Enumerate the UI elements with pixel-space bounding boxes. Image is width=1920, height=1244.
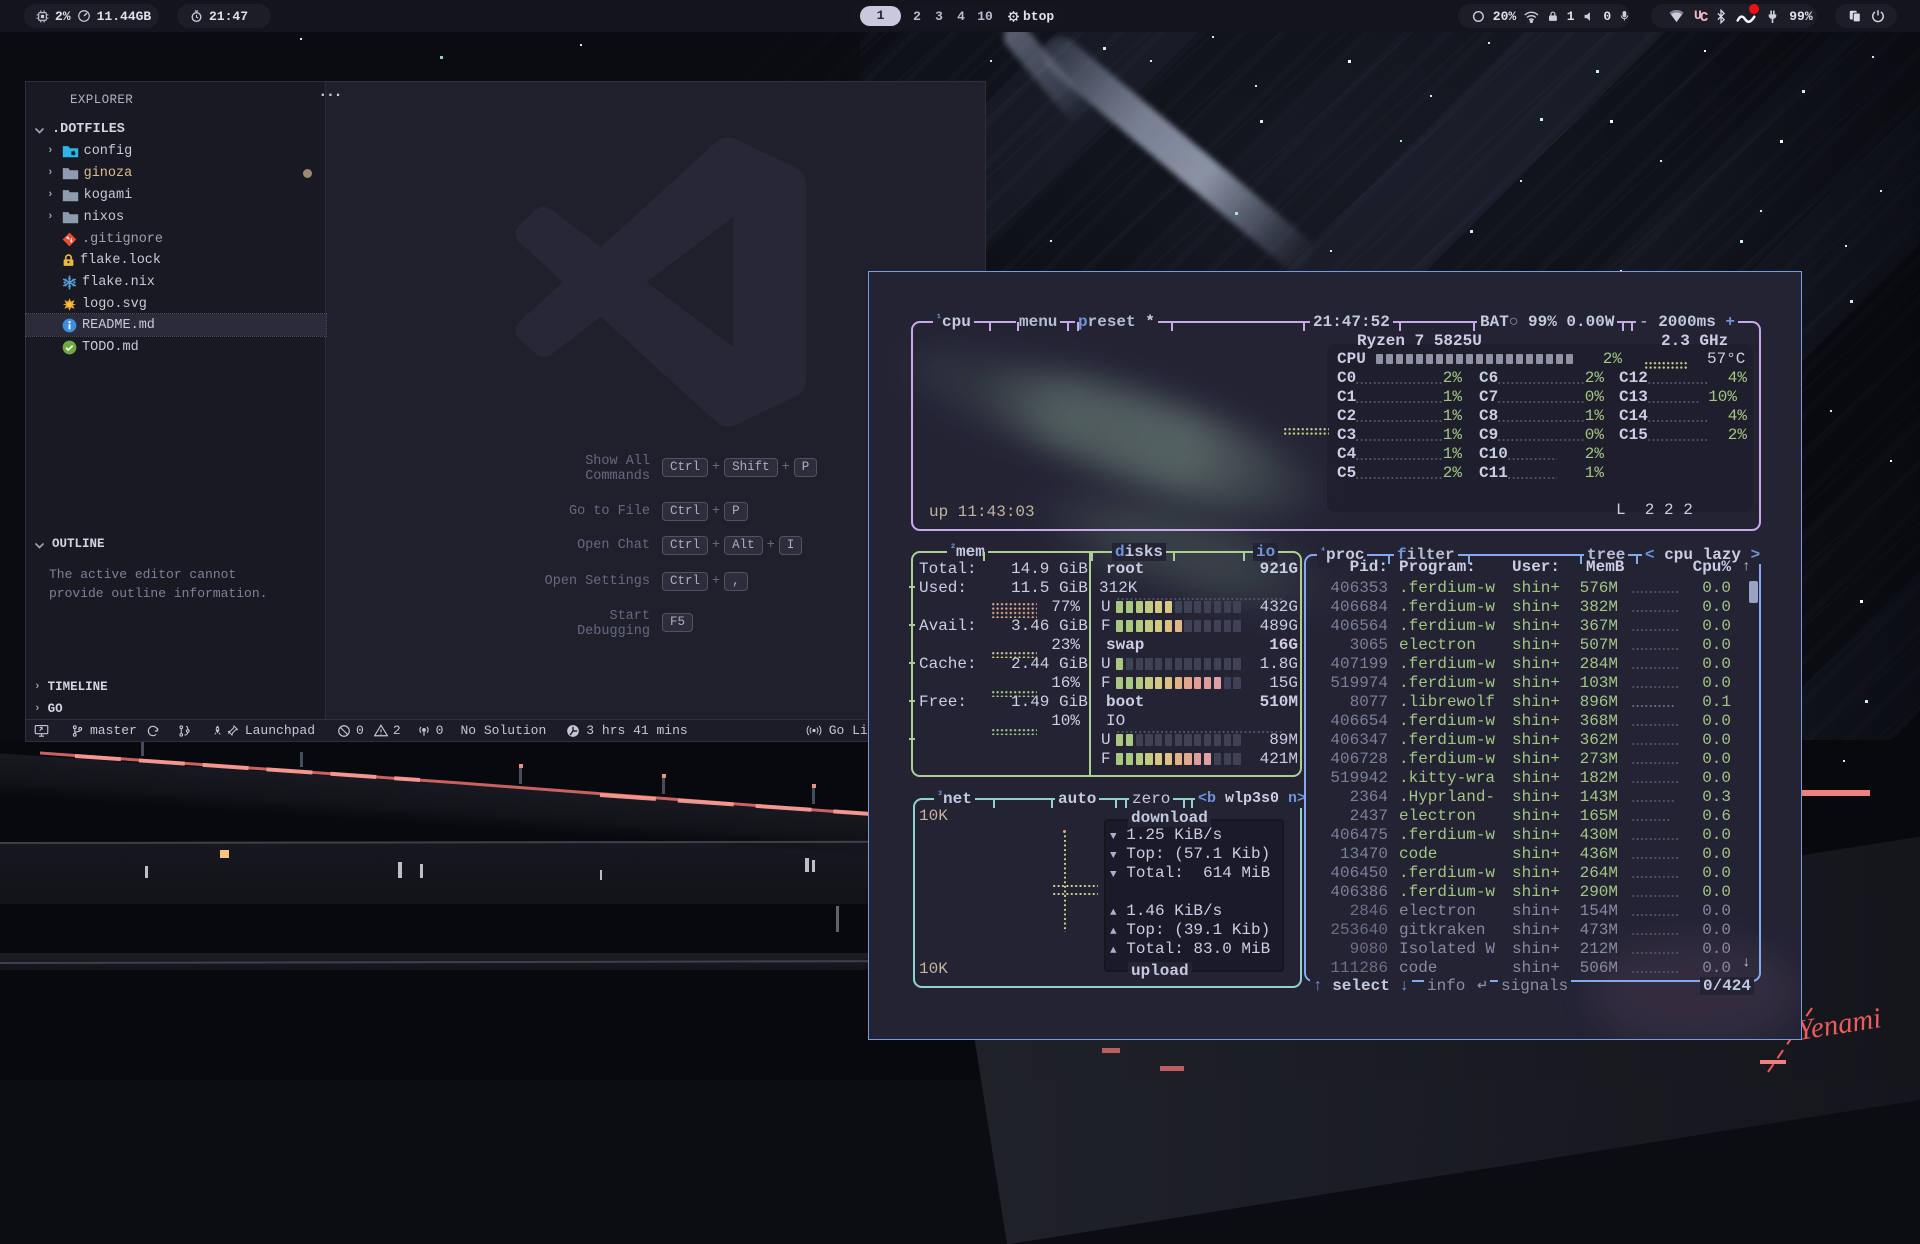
svg-text:Yenami: Yenami [1795, 1002, 1883, 1047]
